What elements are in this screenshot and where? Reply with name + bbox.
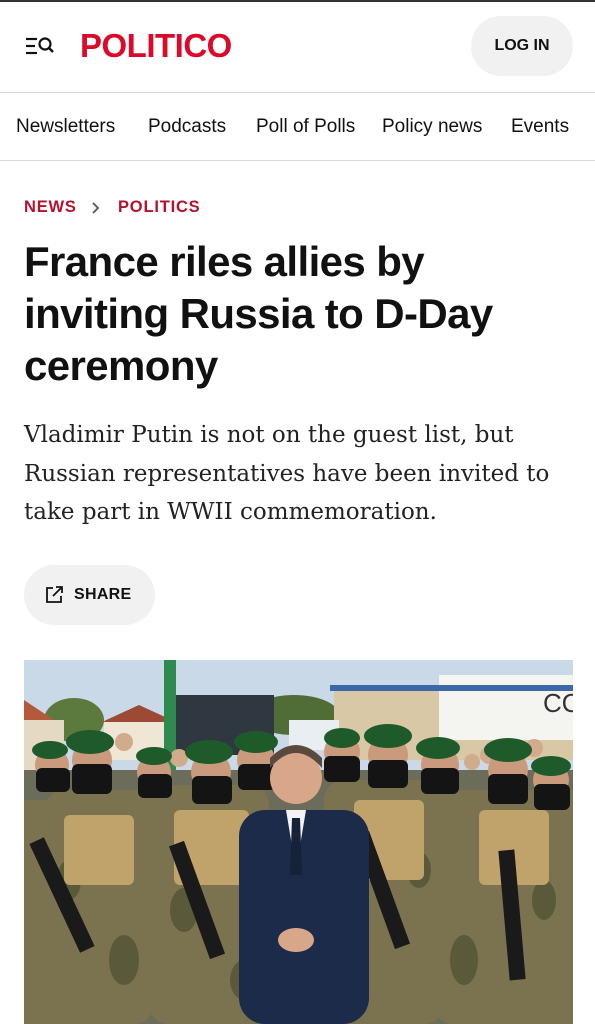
share-button[interactable]: SHARE (24, 565, 155, 625)
article-headline: France riles allies by inviting Russia t… (24, 238, 493, 389)
share-label: SHARE (74, 586, 132, 603)
nav-item-events[interactable]: Events (511, 93, 569, 160)
politico-logo[interactable]: POLITICO (80, 24, 232, 68)
nav-item-newsletters[interactable]: Newsletters (16, 93, 115, 160)
nav-item-poll-of-polls[interactable]: Poll of Polls (256, 93, 355, 160)
breadcrumb-politics[interactable]: POLITICS (118, 198, 201, 217)
site-header: POLITICO LOG IN (0, 2, 595, 92)
chevron-right-icon (91, 197, 101, 220)
log-in-button[interactable]: LOG IN (471, 16, 573, 76)
external-share-icon (44, 585, 64, 605)
article-dek: Vladimir Putin is not on the guest list,… (24, 422, 550, 525)
section-nav: Newsletters Podcasts Poll of Polls Polic… (0, 92, 595, 161)
menu-search-icon[interactable] (24, 32, 58, 60)
article-photo[interactable]: CO (24, 660, 573, 1024)
nav-item-policy-news[interactable]: Policy news (382, 93, 482, 160)
photo-sign-text: CO (543, 688, 573, 718)
breadcrumb-news[interactable]: NEWS (24, 198, 77, 217)
nav-item-podcasts[interactable]: Podcasts (148, 93, 226, 160)
